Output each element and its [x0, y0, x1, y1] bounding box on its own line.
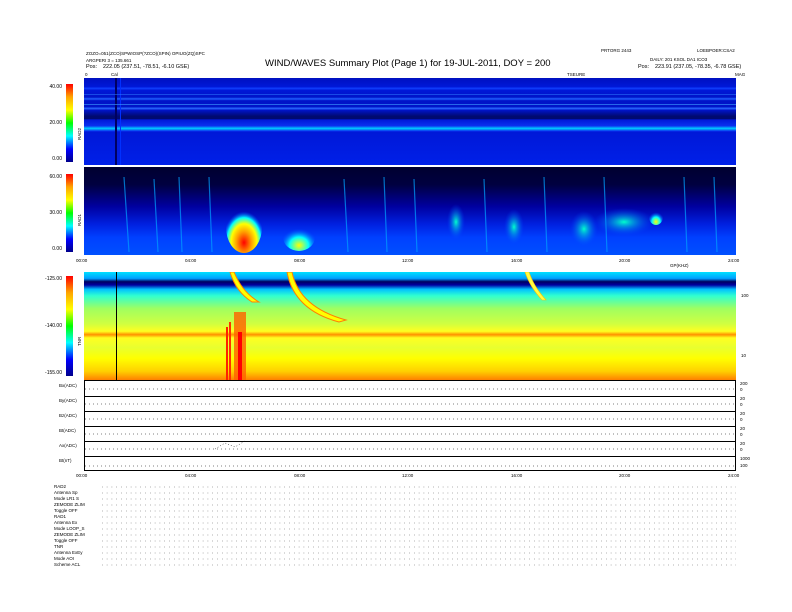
header-right-pos-value: 223.91 (237.05, -78.35, -6.78 GSE) — [655, 64, 742, 70]
header-left-pos-value: 222.05 (237.51, -78.51, -6.10 GSE) — [103, 64, 190, 70]
table-cell: Antenna Ex — [54, 520, 78, 525]
line-panel-right: 20 — [740, 441, 746, 446]
line-panel-right: 20 — [740, 396, 746, 401]
time-axis-top: 00:00 04:00 08:00 12:00 16:00 20:00 24:0… — [76, 256, 740, 266]
header-right-line2: DAILY: 201 KSOL DA1 ICO3 — [650, 57, 708, 62]
line-panel-right: 0 — [740, 417, 743, 422]
time-tick: 00:00 — [76, 258, 88, 263]
table-cell: RAD2 — [54, 484, 67, 489]
rad1-label: RAD1 — [77, 213, 82, 226]
header-right-top-mid: PRTORG 2443 — [601, 48, 632, 53]
table-cell: RAD1 — [54, 514, 67, 519]
page-title: WIND/WAVES Summary Plot (Page 1) for 19-… — [265, 58, 551, 69]
line-panel-label: Ax(ADC) — [59, 443, 77, 448]
header-small-left-b: Cal — [111, 72, 118, 77]
time-tick: 08:00 — [294, 258, 306, 263]
time-tick: 24:00 — [728, 258, 740, 263]
line-panel-label: Bt(nT) — [59, 458, 72, 463]
time-tick: 16:00 — [511, 258, 523, 263]
table-cell: Toggle OFF — [54, 538, 78, 543]
table-cell: Mode LOOP_S — [54, 526, 85, 531]
rad1-ytick: 0.00 — [52, 246, 62, 252]
line-panel-right: 0 — [740, 432, 743, 437]
tnr-colorbar — [66, 276, 73, 376]
table-cell: TNR — [54, 544, 64, 549]
tnr-ytick: -125.00 — [45, 276, 62, 282]
header-small-right-mid: TSEURE — [567, 72, 586, 77]
header-small-right-end: MAG — [735, 72, 746, 77]
line-panel-right: 0 — [740, 387, 743, 392]
tnr-right-title: GP(KHZ) — [670, 263, 689, 268]
line-panel-label: Bz(ADC) — [59, 413, 77, 418]
table-cell: Antenna ExEy — [54, 550, 83, 555]
rad2-label: RAD2 — [77, 127, 82, 140]
header-right-top-right: LOEBPOER:CSA2 — [697, 48, 735, 53]
table-cell: Antenna Sp — [54, 490, 78, 495]
line-panel-right: 20 — [740, 411, 746, 416]
rad1-ytick: 60.00 — [49, 174, 62, 180]
time-tick: 20:00 — [619, 473, 631, 478]
line-panel-right: 1000 — [740, 456, 751, 461]
tnr-ytick: -155.00 — [45, 370, 62, 376]
time-tick: 16:00 — [511, 473, 523, 478]
tnr-right-tick: 10 — [741, 353, 747, 358]
time-tick: 08:00 — [294, 473, 306, 478]
header-right-pos-label: Pos: — [638, 64, 650, 70]
time-tick: 00:00 — [76, 473, 88, 478]
header-left-line1: ZOZO=051(ZCO)SPWIOSP(?ZCO)(SPIN) OPIUO(Z… — [86, 51, 205, 56]
rad2-ytick: 20.00 — [49, 120, 62, 126]
settings-dots — [102, 486, 736, 566]
rad2-ytick: 40.00 — [49, 84, 62, 90]
time-axis-bottom: 00:00 04:00 08:00 12:00 16:00 20:00 24:0… — [76, 472, 740, 482]
tnr-spectrogram — [84, 272, 736, 380]
time-tick: 04:00 — [185, 473, 197, 478]
table-cell: ZEMODE ZLIM — [54, 532, 85, 537]
rad1-ytick: 30.00 — [49, 210, 62, 216]
rad2-spectrogram — [84, 78, 736, 165]
tnr-right-tick: 100 — [741, 293, 749, 298]
rad1-bursts — [123, 176, 718, 253]
line-traces — [85, 388, 737, 467]
line-panel-right: 20 — [740, 426, 746, 431]
table-cell: Mode LR1 S — [54, 496, 80, 501]
line-panel-label: Bt(ADC) — [59, 428, 76, 433]
line-panel-right: 200 — [740, 381, 748, 386]
table-cell: Toggle OFF — [54, 508, 78, 513]
rad2-colorbar — [66, 84, 73, 162]
tnr-ytick: -140.00 — [45, 323, 62, 329]
time-tick: 24:00 — [728, 473, 740, 478]
time-tick: 12:00 — [402, 473, 414, 478]
time-tick: 12:00 — [402, 258, 414, 263]
tnr-bursts — [116, 272, 547, 380]
header-small-left-a: 0 — [85, 72, 88, 77]
header-left-pos-label: Pos: — [86, 64, 98, 70]
table-cell: ZEMODE ZLIM — [54, 502, 85, 507]
time-tick: 20:00 — [619, 258, 631, 263]
rad1-colorbar — [66, 174, 73, 252]
line-panel-right: 0 — [740, 447, 743, 452]
line-panel-right: 0 — [740, 402, 743, 407]
line-panel-label: Bx(ADC) — [59, 383, 77, 388]
tnr-label: TNR — [77, 336, 82, 346]
rad2-ytick: 0.00 — [52, 156, 62, 162]
line-panel-label: By(ADC) — [59, 398, 77, 403]
table-cell: Scheme ACL — [54, 562, 81, 567]
line-panel-right: 100 — [740, 463, 748, 468]
table-cell: Mode AOI — [54, 556, 75, 561]
time-tick: 04:00 — [185, 258, 197, 263]
line-panels — [84, 380, 737, 471]
header-left-line2: ARGPERI 3 = 135.661 — [86, 58, 132, 63]
rad1-spectrogram — [84, 167, 736, 255]
